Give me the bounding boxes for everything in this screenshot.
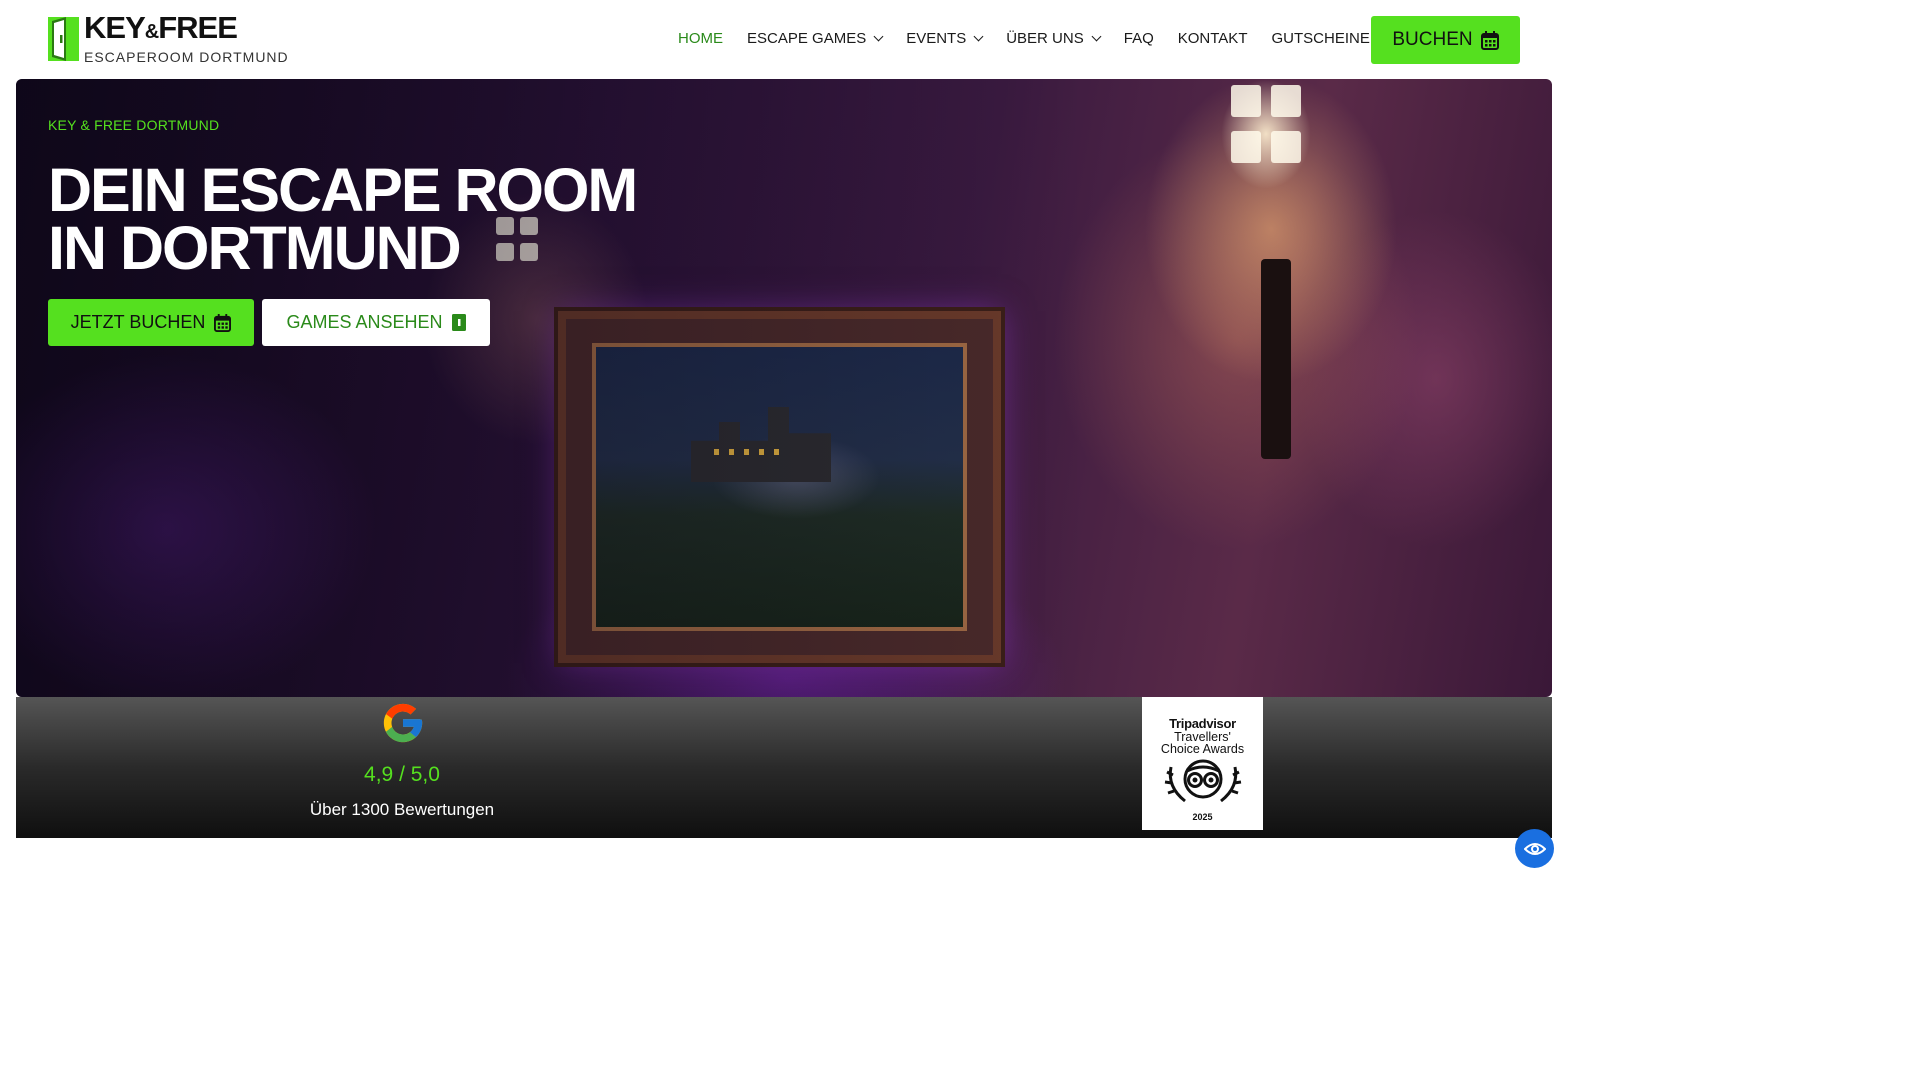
chevron-down-icon [1091, 31, 1102, 42]
google-icon [383, 703, 423, 743]
hero-headline: DEIN ESCAPE ROOM IN DORTMUND [48, 156, 638, 282]
brand-subtitle: ESCAPEROOM DORTMUND [84, 48, 289, 65]
nav-item-escape-games[interactable]: ESCAPE GAMES [747, 30, 884, 47]
brand-logo[interactable]: KEY&FREE ESCAPEROOM DORTMUND [48, 9, 289, 65]
hero-eyebrow: KEY & FREE DORTMUND [48, 117, 220, 133]
door-logo-icon [48, 17, 79, 61]
buchen-button[interactable]: BUCHEN [1371, 16, 1520, 64]
nav-item-events[interactable]: EVENTS [906, 30, 984, 47]
calendar-icon [214, 313, 232, 332]
tripadvisor-award-badge[interactable]: Tripadvisor Travellers' Choice Awards 20… [1142, 697, 1263, 830]
nav-item-home[interactable]: HOME [678, 30, 723, 47]
hero-section: KEY & FREE DORTMUND DEIN ESCAPE ROOM IN … [16, 79, 1552, 697]
jetzt-buchen-button[interactable]: JETZT BUCHEN [48, 299, 254, 346]
eye-icon [1523, 842, 1546, 855]
games-ansehen-button[interactable]: GAMES ANSEHEN [262, 299, 490, 346]
chevron-down-icon [873, 31, 884, 42]
tripadvisor-owl-icon [1164, 759, 1241, 803]
site-header: KEY&FREE ESCAPEROOM DORTMUND HOME ESCAPE… [0, 0, 1568, 79]
nav-item-ueber-uns[interactable]: ÜBER UNS [1006, 30, 1102, 47]
review-count: Über 1300 Bewertungen [309, 800, 495, 819]
hero-cta-row: JETZT BUCHEN GAMES ANSEHEN [48, 299, 490, 346]
nav-item-faq[interactable]: FAQ [1124, 30, 1154, 47]
calendar-icon [1480, 30, 1499, 50]
accessibility-button[interactable] [1515, 829, 1554, 868]
chevron-down-icon [973, 31, 984, 42]
nav-item-gutscheine[interactable]: GUTSCHEINE [1271, 30, 1369, 47]
google-rating: 4,9 / 5,0 [364, 763, 440, 786]
nav-item-kontakt[interactable]: KONTAKT [1178, 30, 1248, 47]
main-nav: HOME ESCAPE GAMES EVENTS ÜBER UNS FAQ KO… [678, 30, 1394, 47]
page: KEY&FREE ESCAPEROOM DORTMUND HOME ESCAPE… [0, 0, 1568, 882]
brand-name: KEY&FREE [84, 9, 238, 45]
door-icon [451, 314, 466, 331]
reviews-band: 4,9 / 5,0 Über 1300 Bewertungen Tripadvi… [16, 697, 1552, 838]
